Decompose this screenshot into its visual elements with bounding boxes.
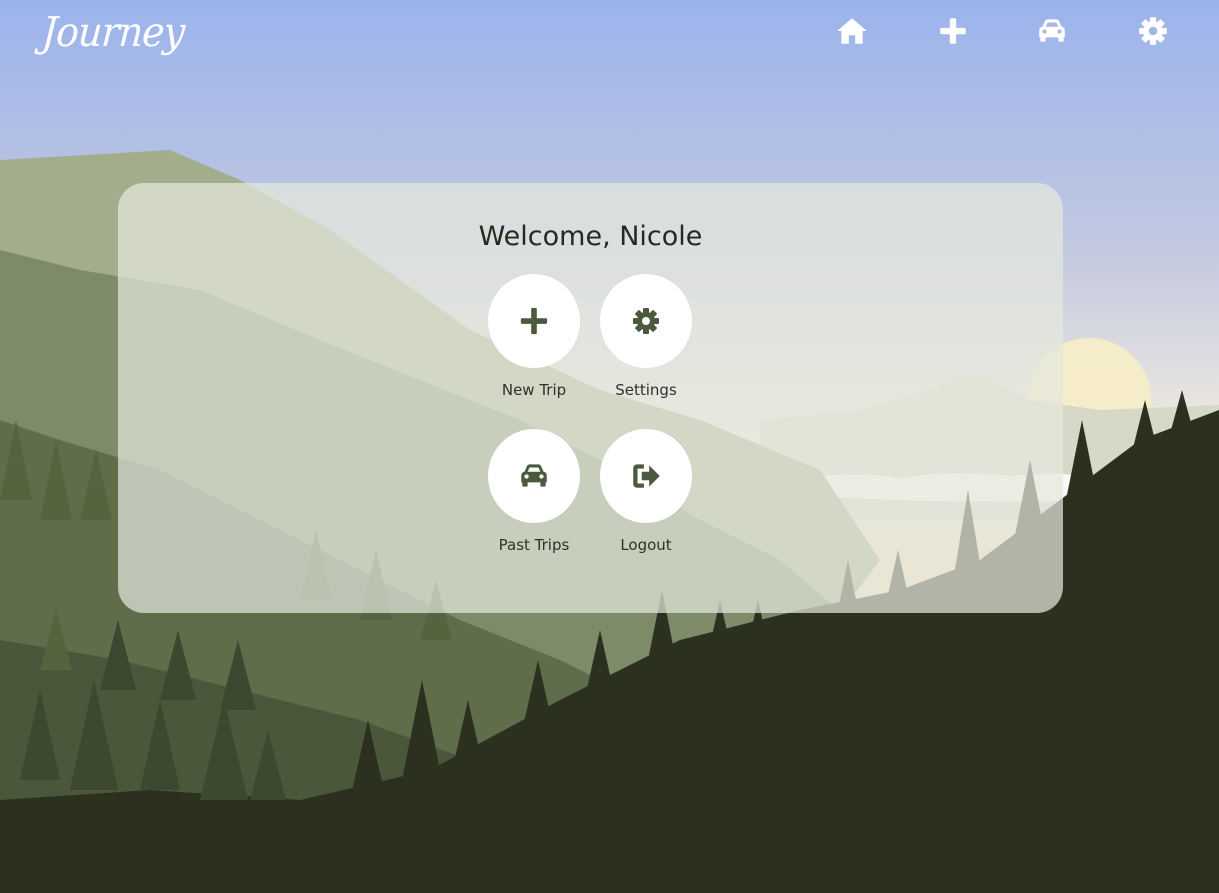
welcome-heading: Welcome, Nicole (478, 221, 703, 252)
nav-car-icon[interactable] (1035, 14, 1069, 48)
plus-icon (520, 307, 548, 335)
car-icon (521, 464, 547, 487)
gear-icon (633, 308, 659, 334)
dashboard-panel: Welcome, Nicole New Trip Settings Past T… (118, 183, 1063, 613)
new-trip-label: New Trip (501, 381, 567, 399)
logout-label: Logout (620, 536, 672, 554)
nav-home-icon[interactable] (835, 14, 869, 48)
past-trips-tile[interactable]: Past Trips (474, 429, 594, 554)
app-logo[interactable]: Journey (40, 8, 185, 56)
nav-plus-icon[interactable] (936, 14, 970, 48)
nav-gear-icon[interactable] (1136, 14, 1170, 48)
settings-label: Settings (615, 381, 677, 399)
new-trip-tile[interactable]: New Trip (474, 274, 594, 399)
past-trips-label: Past Trips (498, 536, 570, 554)
new-trip-button[interactable] (488, 274, 580, 368)
past-trips-button[interactable] (488, 429, 580, 523)
settings-tile[interactable]: Settings (586, 274, 706, 399)
logout-button[interactable] (600, 429, 692, 523)
logout-icon (633, 464, 660, 488)
settings-button[interactable] (600, 274, 692, 368)
logout-tile[interactable]: Logout (586, 429, 706, 554)
